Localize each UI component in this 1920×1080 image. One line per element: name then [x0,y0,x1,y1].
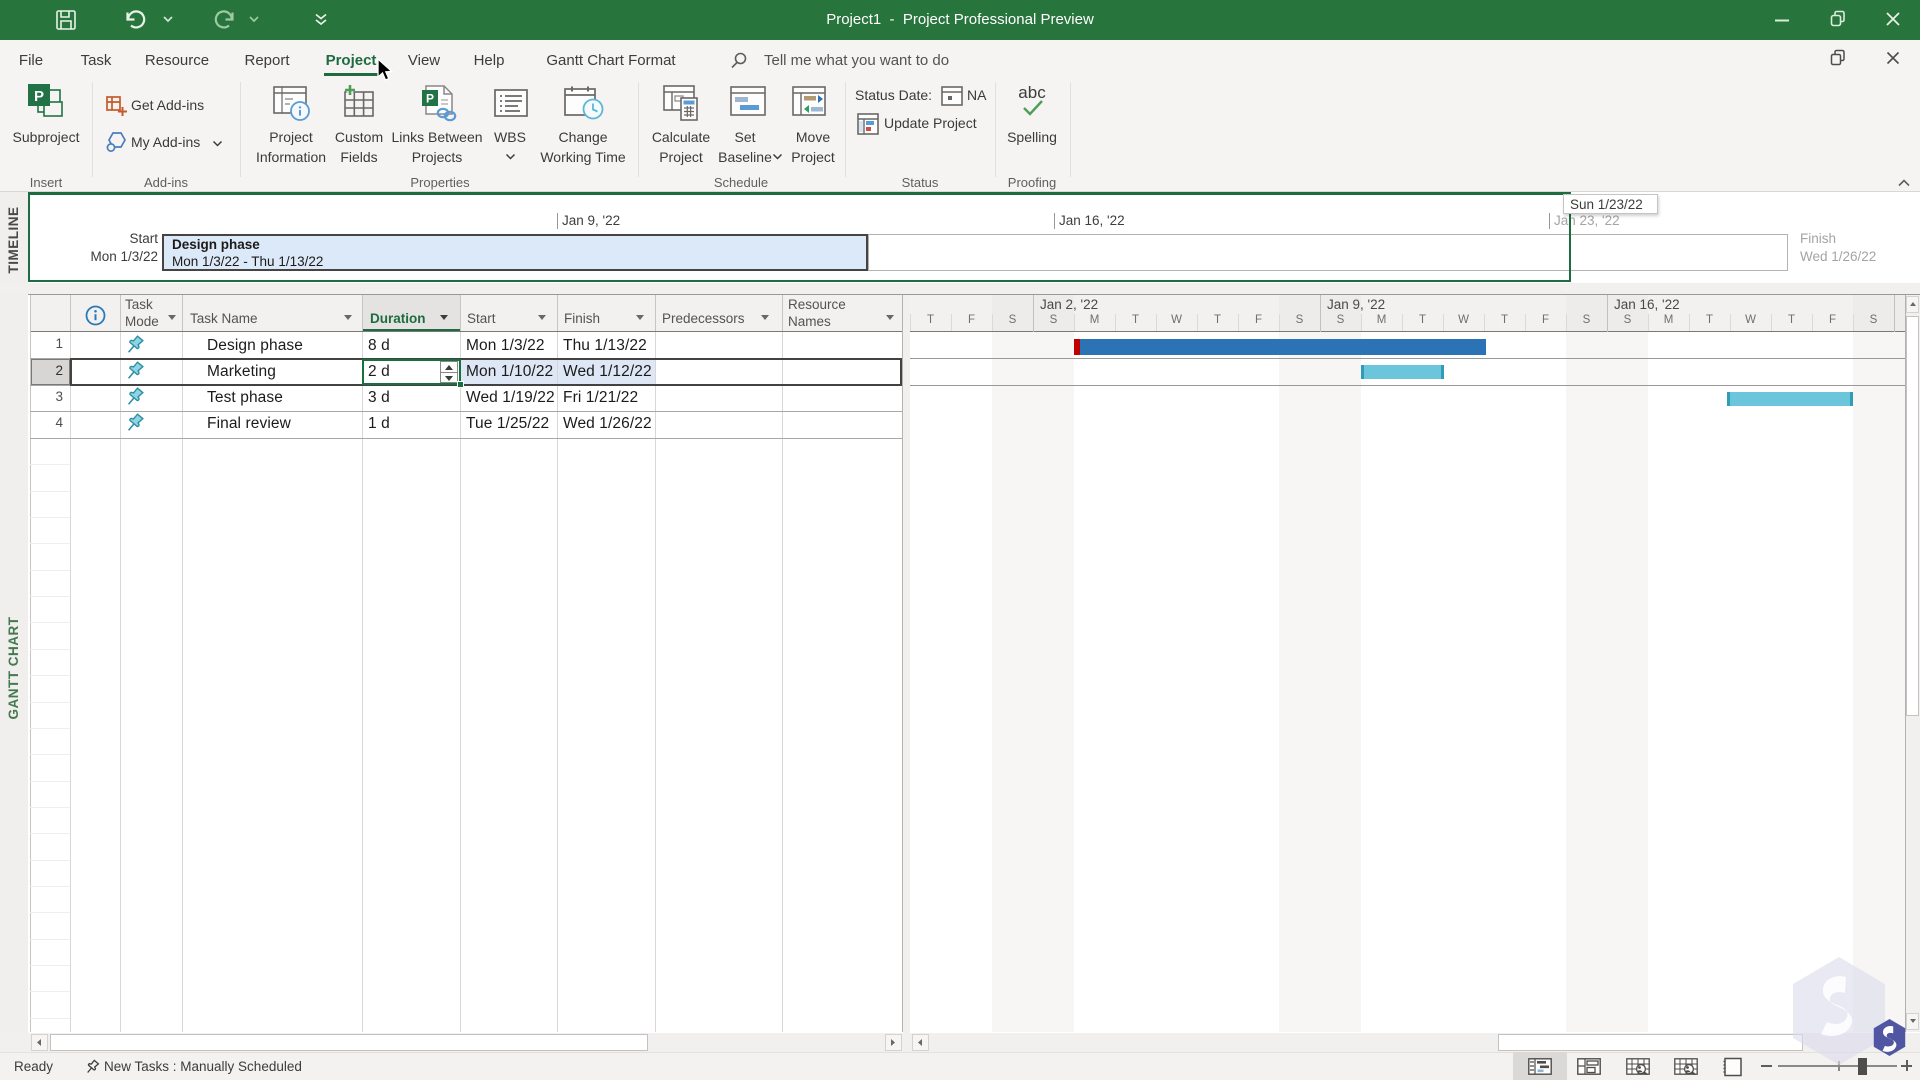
svg-text:abc: abc [1018,84,1046,102]
svg-text:P: P [34,88,44,105]
svg-text:P: P [426,92,434,106]
